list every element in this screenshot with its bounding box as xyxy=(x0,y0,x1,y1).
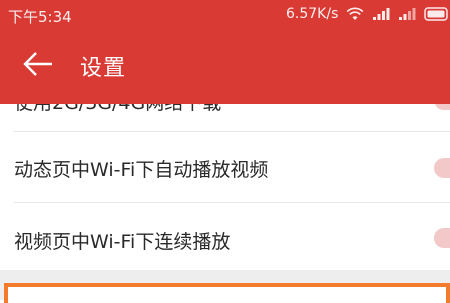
setting-row-mobile-download[interactable]: 使用2G/3G/4G网络下载 xyxy=(0,104,450,132)
toolbar: 设置 xyxy=(0,28,450,104)
battery-icon xyxy=(424,7,448,21)
wifi-icon xyxy=(346,7,364,20)
settings-list: 使用2G/3G/4G网络下载 动态页中Wi-Fi下自动播放视频 视频页中Wi-F… xyxy=(0,104,450,270)
arrow-left-icon[interactable] xyxy=(22,50,54,78)
status-bar: 下午5:34 6.57K/s xyxy=(0,0,450,28)
page-title: 设置 xyxy=(80,56,127,81)
toggle-switch[interactable] xyxy=(434,158,450,178)
setting-label: 动态页中Wi-Fi下自动播放视频 xyxy=(14,159,269,181)
toggle-switch[interactable] xyxy=(434,228,450,248)
status-time: 下午5:34 xyxy=(8,8,72,26)
highlighted-card[interactable] xyxy=(4,283,450,303)
network-speed: 6.57K/s xyxy=(286,6,339,22)
setting-row-autoplay-video[interactable]: 动态页中Wi-Fi下自动播放视频 xyxy=(0,132,450,202)
app-header: 下午5:34 6.57K/s 设置 xyxy=(0,0,450,104)
setting-row-continuous-play[interactable]: 视频页中Wi-Fi下连续播放 xyxy=(0,203,450,270)
signal-icon-2 xyxy=(399,8,416,20)
signal-icon xyxy=(373,8,390,20)
setting-label: 使用2G/3G/4G网络下载 xyxy=(14,104,221,115)
setting-label: 视频页中Wi-Fi下连续播放 xyxy=(14,231,231,253)
toggle-switch[interactable] xyxy=(434,104,450,110)
